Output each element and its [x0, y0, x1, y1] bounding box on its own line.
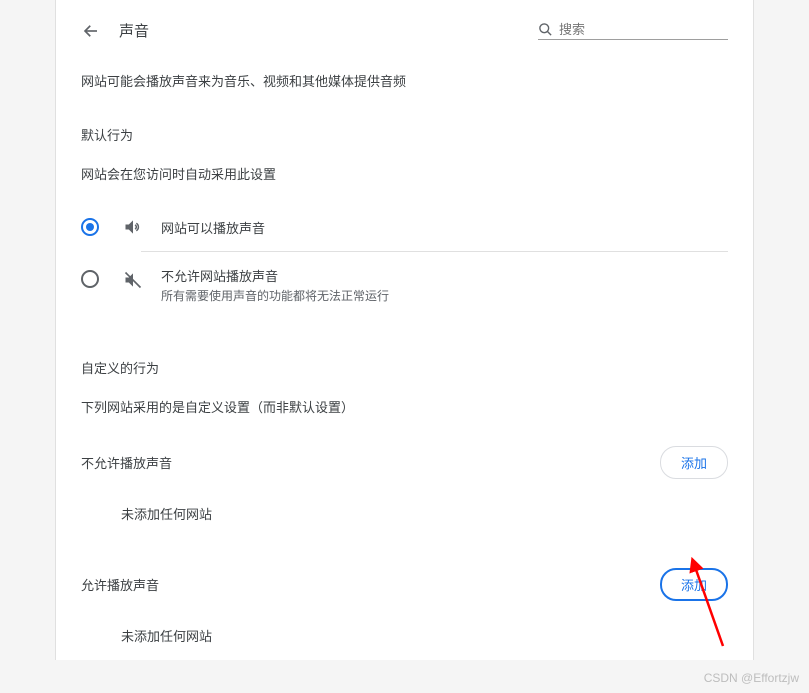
- search-field[interactable]: [538, 22, 728, 40]
- radio-option-sublabel: 所有需要使用声音的功能都将无法正常运行: [161, 287, 389, 304]
- default-behavior-title: 默认行为: [81, 125, 728, 144]
- block-sound-section: 不允许播放声音 添加: [81, 446, 728, 479]
- radio-option-label: 网站可以播放声音: [161, 218, 265, 237]
- search-icon: [538, 22, 553, 37]
- add-button-allow[interactable]: 添加: [660, 568, 728, 601]
- search-input[interactable]: [559, 22, 735, 37]
- add-button-block[interactable]: 添加: [660, 446, 728, 479]
- block-sound-empty: 未添加任何网站: [121, 504, 728, 523]
- volume-muted-icon: [123, 270, 143, 290]
- block-sound-label: 不允许播放声音: [81, 453, 172, 472]
- allow-sound-section: 允许播放声音 添加: [81, 568, 728, 601]
- default-behavior-subtitle: 网站会在您访问时自动采用此设置: [81, 164, 728, 183]
- back-arrow-icon[interactable]: [81, 21, 101, 41]
- radio-selected-icon[interactable]: [81, 218, 99, 236]
- radio-option-label: 不允许网站播放声音: [161, 266, 389, 285]
- volume-icon: [123, 217, 143, 237]
- header: 声音: [81, 20, 728, 41]
- radio-unselected-icon[interactable]: [81, 270, 99, 288]
- allow-sound-empty: 未添加任何网站: [121, 626, 728, 645]
- custom-behavior-subtitle: 下列网站采用的是自定义设置（而非默认设置）: [81, 397, 728, 416]
- page-description: 网站可能会播放声音来为音乐、视频和其他媒体提供音频: [81, 71, 728, 90]
- radio-option-allow-sound[interactable]: 网站可以播放声音: [81, 203, 728, 251]
- custom-behavior-title: 自定义的行为: [81, 358, 728, 377]
- watermark: CSDN @Effortzjw: [704, 671, 799, 685]
- allow-sound-label: 允许播放声音: [81, 575, 159, 594]
- page-title: 声音: [119, 20, 149, 41]
- radio-option-block-sound[interactable]: 不允许网站播放声音 所有需要使用声音的功能都将无法正常运行: [81, 252, 728, 318]
